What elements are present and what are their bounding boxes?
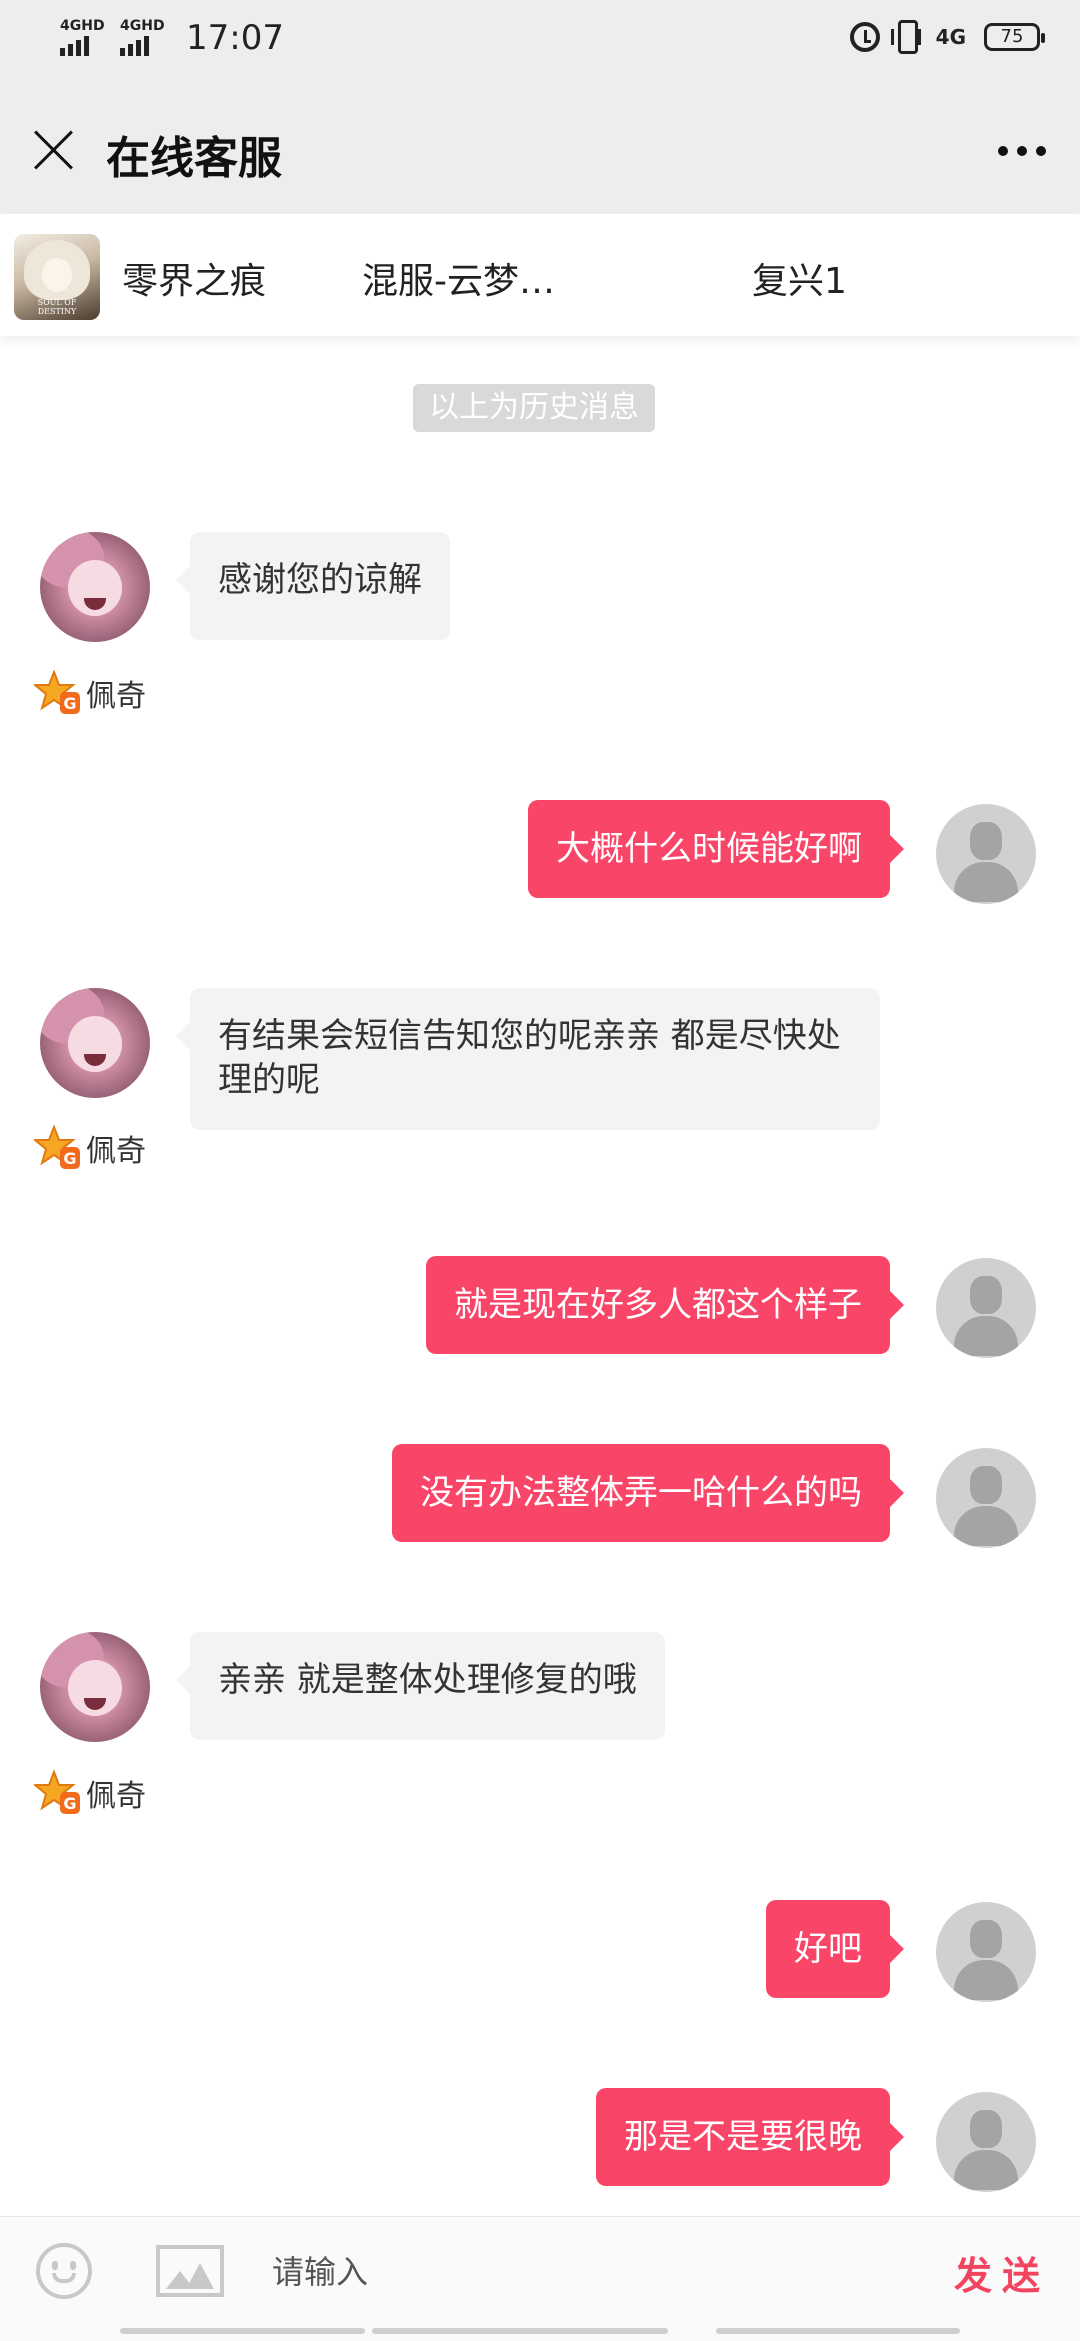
role-name: 复兴1 <box>752 261 847 302</box>
alarm-icon <box>849 22 880 52</box>
agent-message-bubble: 亲亲 就是整体处理修复的哦 <box>176 1632 665 1740</box>
vibrate-icon <box>890 20 921 54</box>
network-type: 4G <box>935 25 966 49</box>
agent-message-bubble: 感谢您的谅解 <box>176 532 450 640</box>
user-message-bubble: 大概什么时候能好啊 <box>528 800 904 898</box>
sim1-signal-icon: 4GHD <box>58 18 105 58</box>
status-bar: 4GHD 4GHD 17:07 4G 75 <box>0 0 1080 86</box>
sim2-label: 4GHD <box>120 18 165 34</box>
game-info-bar: SOUL OF DESTINY 零界之痕 混服-云梦… 复兴1 <box>0 214 1080 336</box>
title-bar: 在线客服 <box>0 86 1080 214</box>
user-avatar[interactable] <box>936 1258 1036 1358</box>
battery-icon: 75 <box>984 23 1045 51</box>
agent-label: G 佩奇 <box>34 1125 146 1171</box>
user-avatar[interactable] <box>936 1448 1036 1548</box>
agent-avatar[interactable] <box>40 988 150 1098</box>
agent-name: 佩奇 <box>86 1779 146 1814</box>
user-avatar[interactable] <box>936 804 1036 904</box>
emoji-icon[interactable] <box>36 2243 92 2299</box>
agent-name: 佩奇 <box>86 679 146 714</box>
agent-label: G 佩奇 <box>34 1770 146 1816</box>
page-title: 在线客服 <box>106 133 282 184</box>
close-icon[interactable] <box>32 128 76 172</box>
user-message-bubble: 那是不是要很晚 <box>596 2088 904 2186</box>
game-name: 零界之痕 <box>122 261 267 302</box>
nav-indicator <box>120 2328 365 2334</box>
status-left: 4GHD 4GHD 17:07 <box>58 18 284 58</box>
nav-indicator <box>372 2328 668 2334</box>
user-avatar[interactable] <box>936 2092 1036 2192</box>
input-bar: 发送 <box>0 2216 1080 2341</box>
svg-text:G: G <box>63 694 76 713</box>
agent-name: 佩奇 <box>86 1134 146 1169</box>
server-name: 混服-云梦… <box>362 261 555 302</box>
vip-star-icon: G <box>34 1125 82 1171</box>
status-right: 4G 75 <box>849 20 1045 54</box>
sim1-label: 4GHD <box>60 18 105 34</box>
clock: 17:07 <box>186 18 284 58</box>
agent-avatar[interactable] <box>40 532 150 642</box>
game-logo: SOUL OF DESTINY <box>14 234 100 320</box>
message-input[interactable] <box>270 2241 834 2303</box>
more-options-icon[interactable] <box>998 146 1046 156</box>
agent-avatar[interactable] <box>40 1632 150 1742</box>
vip-star-icon: G <box>34 1770 82 1816</box>
svg-text:G: G <box>63 1149 76 1168</box>
svg-text:G: G <box>63 1794 76 1813</box>
game-logo-text: SOUL OF DESTINY <box>37 298 77 316</box>
agent-label: G 佩奇 <box>34 670 146 716</box>
user-message-bubble: 没有办法整体弄一哈什么的吗 <box>392 1444 904 1542</box>
vip-star-icon: G <box>34 670 82 716</box>
send-button[interactable]: 发送 <box>954 2245 1050 2300</box>
sim2-signal-icon: 4GHD <box>118 18 165 58</box>
image-icon[interactable] <box>156 2245 224 2297</box>
nav-indicator <box>716 2328 960 2334</box>
history-divider: 以上为历史消息 <box>413 384 655 432</box>
user-message-bubble: 好吧 <box>766 1900 904 1998</box>
agent-message-bubble: 有结果会短信告知您的呢亲亲 都是尽快处理的呢 <box>176 988 880 1130</box>
user-message-bubble: 就是现在好多人都这个样子 <box>426 1256 904 1354</box>
user-avatar[interactable] <box>936 1902 1036 2002</box>
